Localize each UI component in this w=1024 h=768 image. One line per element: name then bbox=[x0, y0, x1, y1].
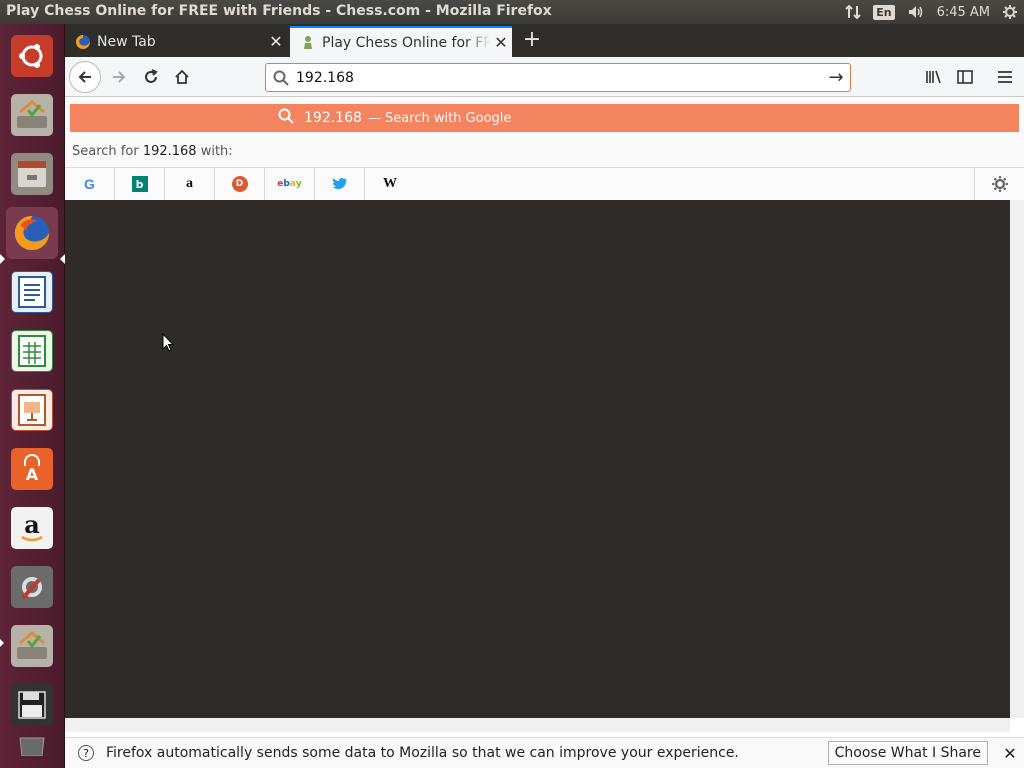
ebay-icon: ebay bbox=[277, 179, 302, 189]
install-ubuntu-icon-2[interactable] bbox=[6, 620, 58, 672]
notification-message: Firefox automatically sends some data to… bbox=[106, 745, 739, 761]
sidebar-icon[interactable] bbox=[949, 62, 981, 92]
tab-label: Play Chess Online for FREE with Friends … bbox=[322, 34, 490, 51]
tab-new-tab[interactable]: New Tab ✕ bbox=[65, 26, 287, 57]
new-tab-button[interactable]: + bbox=[520, 28, 544, 52]
calc-icon[interactable] bbox=[6, 325, 58, 377]
settings-icon[interactable] bbox=[6, 561, 58, 613]
clock[interactable]: 6:45 AM bbox=[931, 0, 996, 24]
system-gear-icon[interactable] bbox=[996, 0, 1024, 24]
bing-engine-button[interactable]: b bbox=[115, 168, 165, 200]
duckduckgo-engine-button[interactable]: D bbox=[215, 168, 265, 200]
close-notification-icon[interactable]: ✕ bbox=[996, 744, 1024, 763]
home-button[interactable] bbox=[166, 62, 198, 92]
trash-icon[interactable] bbox=[6, 730, 58, 760]
amazon-engine-button[interactable]: a bbox=[165, 168, 215, 200]
firefox-window: New Tab ✕ Play Chess Online for FREE wit… bbox=[65, 24, 1024, 768]
amazon-icon: a bbox=[186, 176, 193, 191]
search-icon bbox=[266, 70, 296, 86]
choose-what-i-share-button[interactable]: Choose What I Share bbox=[827, 741, 988, 765]
install-ubuntu-icon[interactable] bbox=[6, 89, 58, 141]
firefox-favicon-icon bbox=[75, 34, 91, 50]
impress-icon[interactable] bbox=[6, 384, 58, 436]
bing-icon: b bbox=[131, 176, 148, 192]
urlbar-dropdown: 192.168 — Search with Google Search for … bbox=[65, 97, 1024, 200]
page-content[interactable] bbox=[65, 200, 1010, 718]
reload-button[interactable] bbox=[135, 62, 167, 92]
volume-icon[interactable] bbox=[901, 0, 931, 24]
url-bar[interactable]: → bbox=[265, 63, 851, 92]
library-icon[interactable] bbox=[918, 62, 950, 92]
keyboard-language-indicator[interactable]: En bbox=[867, 0, 900, 24]
duckduckgo-icon: D bbox=[231, 176, 248, 192]
unity-launcher: A a bbox=[0, 24, 65, 768]
horizontal-scrollbar[interactable] bbox=[65, 718, 1010, 732]
software-center-icon[interactable]: A bbox=[6, 443, 58, 495]
svg-text:A: A bbox=[26, 465, 39, 484]
navigation-toolbar: → bbox=[65, 57, 1024, 97]
wikipedia-engine-button[interactable]: W bbox=[365, 168, 415, 200]
vertical-scrollbar[interactable] bbox=[1010, 200, 1024, 718]
data-collection-notification: ? Firefox automatically sends some data … bbox=[65, 737, 1024, 768]
tab-chess[interactable]: Play Chess Online for FREE with Friends … bbox=[290, 26, 512, 57]
wikipedia-icon: W bbox=[383, 176, 397, 191]
amazon-icon[interactable]: a bbox=[6, 502, 58, 554]
google-icon: G bbox=[84, 176, 95, 192]
floppy-icon[interactable] bbox=[6, 679, 58, 731]
system-top-bar: Play Chess Online for FREE with Friends … bbox=[0, 0, 1024, 24]
menu-hamburger-icon[interactable] bbox=[989, 62, 1021, 92]
google-engine-button[interactable]: G bbox=[65, 168, 115, 200]
ubuntu-logo-icon[interactable] bbox=[6, 30, 58, 82]
tab-label: New Tab bbox=[97, 33, 156, 50]
running-indicator bbox=[0, 639, 4, 647]
firefox-icon[interactable] bbox=[6, 207, 58, 259]
search-icon bbox=[278, 108, 294, 128]
search-settings-gear-icon[interactable] bbox=[974, 168, 1024, 200]
writer-icon[interactable] bbox=[6, 266, 58, 318]
one-off-search-engines: G b a D ebay W bbox=[65, 167, 1024, 200]
window-title: Play Chess Online for FREE with Friends … bbox=[6, 3, 552, 19]
search-for-label: Search for 192.168 with: bbox=[72, 144, 233, 159]
twitter-icon bbox=[332, 176, 348, 192]
svg-text:a: a bbox=[24, 511, 40, 539]
close-tab-icon[interactable]: ✕ bbox=[490, 33, 512, 52]
chess-pawn-icon bbox=[300, 35, 316, 51]
question-icon: ? bbox=[78, 745, 94, 761]
go-arrow-icon[interactable]: → bbox=[822, 67, 850, 88]
url-input[interactable] bbox=[296, 69, 822, 86]
close-tab-icon[interactable]: ✕ bbox=[265, 32, 287, 51]
system-tray: En 6:45 AM bbox=[839, 0, 1024, 24]
back-button[interactable] bbox=[69, 61, 101, 93]
forward-button[interactable] bbox=[103, 62, 135, 92]
file-manager-icon[interactable] bbox=[6, 148, 58, 200]
active-app-indicator-left bbox=[0, 254, 5, 264]
suggestion-term: 192.168 bbox=[304, 110, 362, 126]
tab-strip: New Tab ✕ Play Chess Online for FREE wit… bbox=[65, 24, 1024, 57]
suggestion-action: — Search with Google bbox=[367, 110, 512, 126]
network-icon[interactable] bbox=[839, 0, 867, 24]
twitter-engine-button[interactable] bbox=[315, 168, 365, 200]
ebay-engine-button[interactable]: ebay bbox=[265, 168, 315, 200]
search-suggestion-row[interactable]: 192.168 — Search with Google bbox=[70, 104, 1019, 132]
